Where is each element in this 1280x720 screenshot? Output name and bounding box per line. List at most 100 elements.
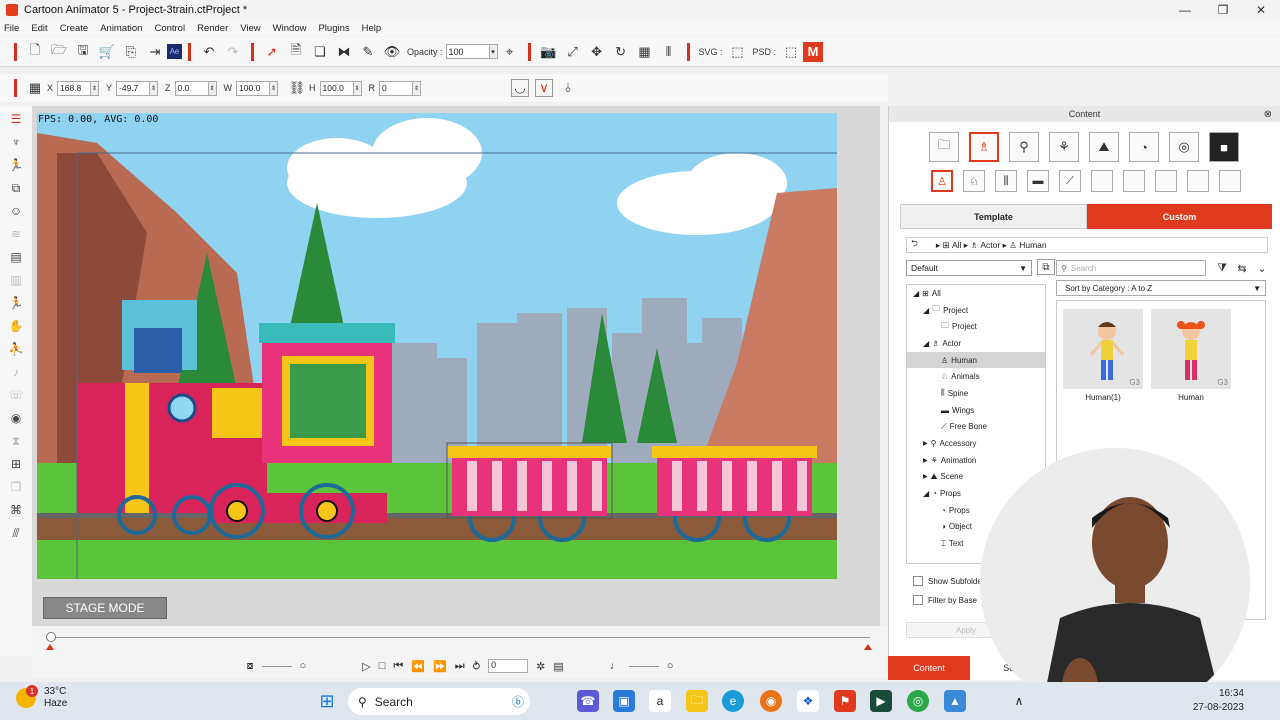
range-end-marker[interactable] (864, 644, 872, 650)
curve-corner-icon[interactable]: ∨ (535, 79, 554, 97)
first-frame-icon[interactable]: ⏮ (393, 660, 403, 673)
breadcrumb-actor[interactable]: Actor (980, 240, 1000, 250)
m-logo-icon[interactable]: M (803, 41, 824, 62)
tab-template[interactable]: Template (900, 204, 1087, 229)
menu-create[interactable]: Create (60, 23, 89, 34)
empty-slot-3[interactable] (1155, 170, 1177, 192)
back-icon[interactable]: ⮌ (911, 238, 918, 252)
redo-icon[interactable]: ↷ (224, 43, 242, 61)
stage-mode-button[interactable]: STAGE MODE (43, 597, 167, 619)
speed-slider[interactable] (261, 665, 292, 667)
timeline-scrubber[interactable] (32, 626, 888, 656)
save-icon[interactable]: 🖫 (74, 42, 92, 61)
opacity-input[interactable]: 100 (445, 44, 490, 59)
tree-node[interactable]: 🗀 Project (907, 318, 1045, 335)
animal-subcategory-icon[interactable]: ♘ (963, 170, 985, 192)
r-input[interactable]: 0 (379, 80, 414, 96)
minimize-button[interactable]: — (1166, 0, 1204, 20)
tab-custom[interactable]: Custom (1087, 204, 1272, 229)
volume-slider[interactable] (628, 665, 659, 667)
link-icon[interactable]: ⛓ (288, 79, 306, 97)
tree-node[interactable]: ▬ Wings (907, 402, 1045, 419)
tree-node[interactable]: ♙ Human (907, 351, 1045, 369)
slider-knob-icon[interactable]: ○ (300, 660, 307, 672)
layer-tool-icon[interactable]: ❒ (6, 477, 26, 497)
tree-node[interactable]: ▶ ⚲ Accessory (907, 435, 1045, 452)
sort-dropdown[interactable]: Sort by Category : A to Z ▼ (1056, 280, 1266, 296)
empty-slot-5[interactable] (1219, 170, 1241, 192)
maximize-button[interactable]: ❐ (1204, 0, 1242, 20)
frame-input[interactable]: 0 (488, 659, 529, 673)
next-key-icon[interactable]: ⏩ (433, 660, 447, 673)
menu-animation[interactable]: Animation (100, 23, 142, 34)
windows-start-icon[interactable]: ⊞ (316, 690, 338, 712)
media-category-icon[interactable]: ◎ (1169, 132, 1199, 162)
opacity-dropdown-icon[interactable]: ▾ (489, 44, 498, 59)
tree-node[interactable]: ⟋ Free Bone (907, 419, 1045, 436)
stage-canvas[interactable] (37, 113, 837, 579)
cartoon-animator-icon[interactable]: ⚑ (834, 690, 856, 712)
filter-dropdown[interactable]: Default ▼ (906, 260, 1032, 276)
tree-node[interactable]: ⫼ Spine (907, 385, 1045, 402)
filter-icon[interactable]: ⧩ (1213, 259, 1231, 277)
x-spinner-icon[interactable]: ⇕ (91, 80, 100, 96)
mirror-icon[interactable]: ⫴ (660, 43, 678, 61)
dropbox-icon[interactable]: ❖ (797, 690, 819, 712)
grid-tool-icon[interactable]: ⊞ (6, 454, 26, 474)
z-input[interactable]: 0.0 (174, 80, 209, 96)
curve-smooth-icon[interactable]: ◡ (511, 79, 530, 97)
tree-node[interactable]: ◢ 🗀 Project (907, 302, 1045, 319)
props-category-icon[interactable]: ◔ (1129, 132, 1159, 162)
folder-category-icon[interactable]: 🗀 (929, 132, 959, 162)
settings-icon[interactable]: ✲ (536, 660, 545, 673)
accessory-category-icon[interactable]: ⚲ (1009, 132, 1039, 162)
h-input[interactable]: 100.0 (319, 80, 354, 96)
menu-plugins[interactable]: Plugins (318, 23, 349, 34)
search-input[interactable]: ⚲ Search (1056, 260, 1206, 276)
sprite-icon[interactable]: ⧉ (6, 178, 26, 198)
grid-layout-icon[interactable]: ▦ (26, 79, 44, 97)
audio-icon[interactable]: ♪ (6, 362, 26, 382)
pivot-icon[interactable]: ⫰ (559, 79, 577, 97)
tree-node[interactable]: ◢ ⊞ All (907, 285, 1045, 302)
tab-content[interactable]: Content (888, 656, 970, 680)
tree-node[interactable]: ◢ ♗ Actor (907, 335, 1045, 352)
undo-icon[interactable]: ↶ (200, 43, 218, 61)
body-icon[interactable]: ⛹ (6, 339, 26, 359)
terminal-icon[interactable]: ▶ (870, 690, 892, 712)
cart-icon[interactable]: 🛒 (98, 43, 116, 61)
run-icon[interactable]: 🏃 (6, 293, 26, 313)
menu-control[interactable]: Control (154, 23, 185, 34)
open-folder-icon[interactable]: 🗁 (50, 42, 68, 61)
x-input[interactable]: 168.8 (57, 80, 92, 96)
volume-icon[interactable]: ♩ (610, 660, 621, 672)
empty-slot-2[interactable] (1123, 170, 1145, 192)
file-explorer-icon[interactable]: 🗀 (686, 690, 708, 712)
bone-subcategory-icon[interactable]: ⟋ (1059, 170, 1081, 192)
options-icon[interactable]: ⌄ (1253, 259, 1271, 277)
y-spinner-icon[interactable]: ⇕ (150, 80, 159, 96)
lines-icon[interactable]: ⫻ (6, 523, 26, 543)
r-spinner-icon[interactable]: ⇕ (413, 80, 422, 96)
playhead-handle[interactable] (46, 632, 56, 642)
new-file-icon[interactable]: 🗋 (26, 42, 44, 61)
after-effects-icon[interactable]: Ae (167, 44, 182, 59)
grid-icon[interactable]: ▦ (636, 43, 654, 61)
flip-icon[interactable]: ⧓ (335, 43, 353, 61)
wings-subcategory-icon[interactable]: ▬ (1027, 170, 1049, 192)
taskbar-search[interactable]: ⚲ Search ⓑ (348, 688, 530, 715)
teams-icon[interactable]: ☎ (577, 690, 599, 712)
layer-icon[interactable]: ❏ (311, 43, 329, 61)
chrome-icon[interactable]: ◎ (907, 690, 929, 712)
speech-icon[interactable]: ☏ (6, 385, 26, 405)
play-icon[interactable]: ▷ (362, 660, 370, 673)
weather-widget[interactable]: 1 33°C Haze (16, 685, 67, 710)
move-icon[interactable]: ✥ (588, 43, 606, 61)
anchor-icon[interactable]: ⌖ (501, 43, 519, 61)
select-arrow-icon[interactable]: ➚ (263, 43, 281, 61)
puppet-icon[interactable]: ♆ (6, 132, 26, 152)
empty-slot-4[interactable] (1187, 170, 1209, 192)
breadcrumb-human[interactable]: Human (1019, 240, 1046, 250)
motion-category-icon[interactable]: ⚘ (1049, 132, 1079, 162)
psd-export-icon[interactable]: ⬚ (782, 43, 800, 61)
